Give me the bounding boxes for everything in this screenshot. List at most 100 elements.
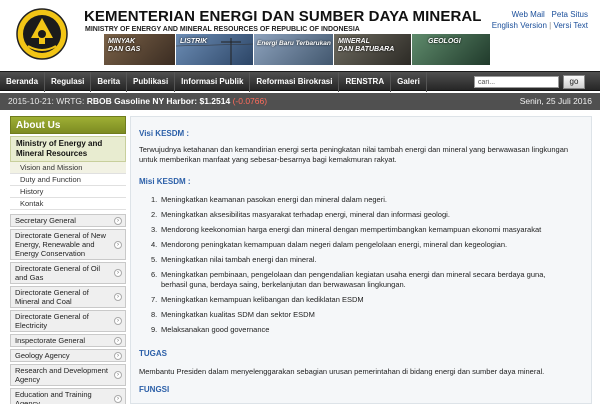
list-item: 2. Meningkatkan aksesibilitas masyarakat … bbox=[151, 210, 450, 219]
link-separator: | bbox=[549, 21, 552, 30]
current-date: Senin, 25 Juli 2016 bbox=[519, 96, 592, 106]
main-content: Visi KESDM : Terwujudnya ketahanan dan k… bbox=[130, 116, 592, 404]
sidebar-item-geology-agency[interactable]: Geology Agency › bbox=[10, 349, 126, 362]
ministry-title: KEMENTERIAN ENERGI DAN SUMBER DAYA MINER… bbox=[84, 8, 482, 25]
list-item: 3. Mendorong keekonomian harga energi dan… bbox=[151, 225, 542, 234]
chevron-right-icon: › bbox=[114, 317, 122, 325]
sidebar-item-dg-new-energy[interactable]: Directorate General of New Energy, Renew… bbox=[10, 229, 126, 260]
mission-item-text: Meningkatkan nilai tambah energi dan min… bbox=[161, 255, 317, 264]
banner-renewable[interactable]: Energi Baru Terbarukan bbox=[254, 34, 334, 65]
list-item: 5. Meningkatkan nilai tambah energi dan m… bbox=[151, 255, 317, 264]
sidebar-item-dg-mineral-coal[interactable]: Directorate General of Mineral and Coal … bbox=[10, 286, 126, 308]
search-go-button[interactable]: go bbox=[563, 75, 585, 89]
sidebar-item-secretary-general[interactable]: Secretary General › bbox=[10, 214, 126, 227]
sidebar-item-label: Directorate General of Oil and Gas bbox=[15, 264, 101, 282]
mission-list: 1. Meningkatkan keamanan pasokan energi d… bbox=[151, 195, 571, 340]
sidebar-item-label: Secretary General bbox=[15, 216, 76, 225]
chevron-right-icon: › bbox=[114, 293, 122, 301]
sidebar-item-dg-oil-gas[interactable]: Directorate General of Oil and Gas › bbox=[10, 262, 126, 284]
mission-item-text: Meningkatkan kualitas SDM dan sektor ESD… bbox=[161, 310, 315, 319]
price-ticker: 2015-10-21: WRTG: RBOB Gasoline NY Harbo… bbox=[0, 93, 600, 110]
nav-menu: Beranda Regulasi Berita Publikasi Inform… bbox=[0, 72, 427, 92]
sidebar-section-title[interactable]: Ministry of Energy and Mineral Resources bbox=[10, 136, 126, 162]
site-header: KEMENTERIAN ENERGI DAN SUMBER DAYA MINER… bbox=[0, 0, 600, 70]
mission-heading: Misi KESDM : bbox=[139, 177, 191, 186]
banner-mineral-coal-label: MINERAL DAN BATUBARA bbox=[338, 38, 395, 53]
chevron-right-icon: › bbox=[114, 351, 122, 360]
mission-item-text: Meningkatkan kemampuan kelibangan dan ke… bbox=[161, 295, 364, 304]
mission-item-text: Meningkatkan keamanan pasokan energi dan… bbox=[161, 195, 387, 204]
ticker-price-change: (-0.0766) bbox=[230, 96, 268, 106]
chevron-right-icon: › bbox=[114, 216, 122, 225]
mission-item-text: Meningkatkan aksesibilitas masyarakat te… bbox=[161, 210, 450, 219]
main-navigation: Beranda Regulasi Berita Publikasi Inform… bbox=[0, 71, 600, 92]
duty-text: Membantu Presiden dalam menyelenggarakan… bbox=[139, 367, 545, 376]
ticker-text: 2015-10-21: WRTG: RBOB Gasoline NY Harbo… bbox=[8, 93, 267, 110]
sidebar-item-label: Education and Training Agency bbox=[15, 390, 92, 404]
nav-item-regulation[interactable]: Regulasi bbox=[45, 72, 92, 92]
nav-item-publication[interactable]: Publikasi bbox=[127, 72, 176, 92]
sidebar-header: About Us bbox=[10, 116, 126, 134]
sector-banner: MINYAK DAN GAS LISTRIK Energi Baru Terbar… bbox=[104, 34, 490, 65]
mission-item-text: Melaksanakan good governance bbox=[161, 325, 270, 334]
sidebar-item-training-agency[interactable]: Education and Training Agency › bbox=[10, 388, 126, 404]
ministry-subtitle: MINISTRY OF ENERGY AND MINERAL RESOURCES… bbox=[85, 26, 360, 33]
sidebar-item-label: Geology Agency bbox=[15, 351, 70, 360]
banner-renewable-label: Energi Baru Terbarukan bbox=[257, 40, 331, 47]
banner-mineral-coal[interactable]: MINERAL DAN BATUBARA bbox=[334, 34, 412, 65]
chevron-right-icon: › bbox=[114, 336, 122, 345]
banner-geology[interactable]: GEOLOGI bbox=[412, 34, 490, 65]
function-heading: FUNGSI bbox=[139, 385, 170, 394]
mission-item-text: Meningkatkan pembinaan, pengelolaan dan … bbox=[161, 270, 546, 289]
sidebar-item-inspectorate-general[interactable]: Inspectorate General › bbox=[10, 334, 126, 347]
chevron-right-icon: › bbox=[114, 395, 122, 403]
chevron-right-icon: › bbox=[114, 240, 122, 249]
sidebar-item-dg-electricity[interactable]: Directorate General of Electricity › bbox=[10, 310, 126, 332]
ministry-logo[interactable] bbox=[16, 8, 68, 60]
banner-geology-label: GEOLOGI bbox=[428, 38, 461, 45]
search-input[interactable] bbox=[474, 76, 559, 88]
sidebar-subitem-vision-mission[interactable]: Vision and Mission bbox=[10, 162, 126, 174]
text-version-link[interactable]: Versi Text bbox=[553, 21, 588, 30]
list-item: 6. Meningkatkan pembinaan, pengelolaan da… bbox=[151, 270, 546, 289]
chevron-right-icon: › bbox=[114, 269, 122, 277]
banner-electricity[interactable]: LISTRIK bbox=[176, 34, 254, 65]
sidebar-item-label: Directorate General of Electricity bbox=[15, 312, 89, 330]
vision-text: Terwujudnya ketahanan dan kemandirian en… bbox=[139, 145, 569, 164]
list-item: 8. Meningkatkan kualitas SDM dan sektor E… bbox=[151, 310, 315, 319]
link-separator bbox=[547, 10, 549, 19]
banner-electricity-label: LISTRIK bbox=[180, 38, 208, 45]
web-mail-link[interactable]: Web Mail bbox=[512, 10, 545, 19]
sidebar-item-research-agency[interactable]: Research and Development Agency › bbox=[10, 364, 126, 386]
vision-heading: Visi KESDM : bbox=[139, 129, 190, 138]
nav-item-news[interactable]: Berita bbox=[91, 72, 128, 92]
sidebar-item-label: Directorate General of Mineral and Coal bbox=[15, 288, 89, 306]
duty-heading: TUGAS bbox=[139, 349, 167, 358]
nav-item-renstra[interactable]: RENSTRA bbox=[339, 72, 392, 92]
ticker-prefix: 2015-10-21: WRTG: bbox=[8, 96, 87, 106]
sidebar-subitem-history[interactable]: History bbox=[10, 186, 126, 198]
banner-oil-gas-label: MINYAK DAN GAS bbox=[108, 38, 141, 53]
top-links: Web Mail Peta Situs English Version | Ve… bbox=[492, 9, 588, 31]
sidebar-subitem-contact[interactable]: Kontak bbox=[10, 198, 126, 210]
nav-item-gallery[interactable]: Galeri bbox=[391, 72, 427, 92]
ticker-commodity-price: RBOB Gasoline NY Harbor: $1.2514 bbox=[86, 96, 231, 106]
site-map-link[interactable]: Peta Situs bbox=[552, 10, 588, 19]
list-item: 9. Melaksanakan good governance bbox=[151, 325, 270, 334]
mission-item-text: Mendorong keekonomian harga energi dan m… bbox=[161, 225, 542, 234]
sidebar-item-label: Research and Development Agency bbox=[15, 366, 108, 384]
list-item: 4. Mendorong peningkatan kemampuan dalam … bbox=[151, 240, 508, 249]
nav-item-home[interactable]: Beranda bbox=[0, 72, 46, 92]
sidebar-subitem-duty-function[interactable]: Duty and Function bbox=[10, 174, 126, 186]
mission-item-text: Mendorong peningkatan kemampuan dalam ne… bbox=[161, 240, 508, 249]
list-item: 7. Meningkatkan kemampuan kelibangan dan … bbox=[151, 295, 364, 304]
nav-item-bureaucratic-reform[interactable]: Reformasi Birokrasi bbox=[250, 72, 340, 92]
sidebar: About Us Ministry of Energy and Mineral … bbox=[10, 116, 126, 404]
nav-item-public-info[interactable]: Informasi Publik bbox=[175, 72, 251, 92]
english-version-link[interactable]: English Version bbox=[492, 21, 547, 30]
sidebar-item-label: Directorate General of New Energy, Renew… bbox=[15, 231, 106, 258]
chevron-right-icon: › bbox=[114, 371, 122, 379]
sidebar-item-label: Inspectorate General bbox=[15, 336, 86, 345]
list-item: 1. Meningkatkan keamanan pasokan energi d… bbox=[151, 195, 387, 204]
banner-oil-gas[interactable]: MINYAK DAN GAS bbox=[104, 34, 176, 65]
